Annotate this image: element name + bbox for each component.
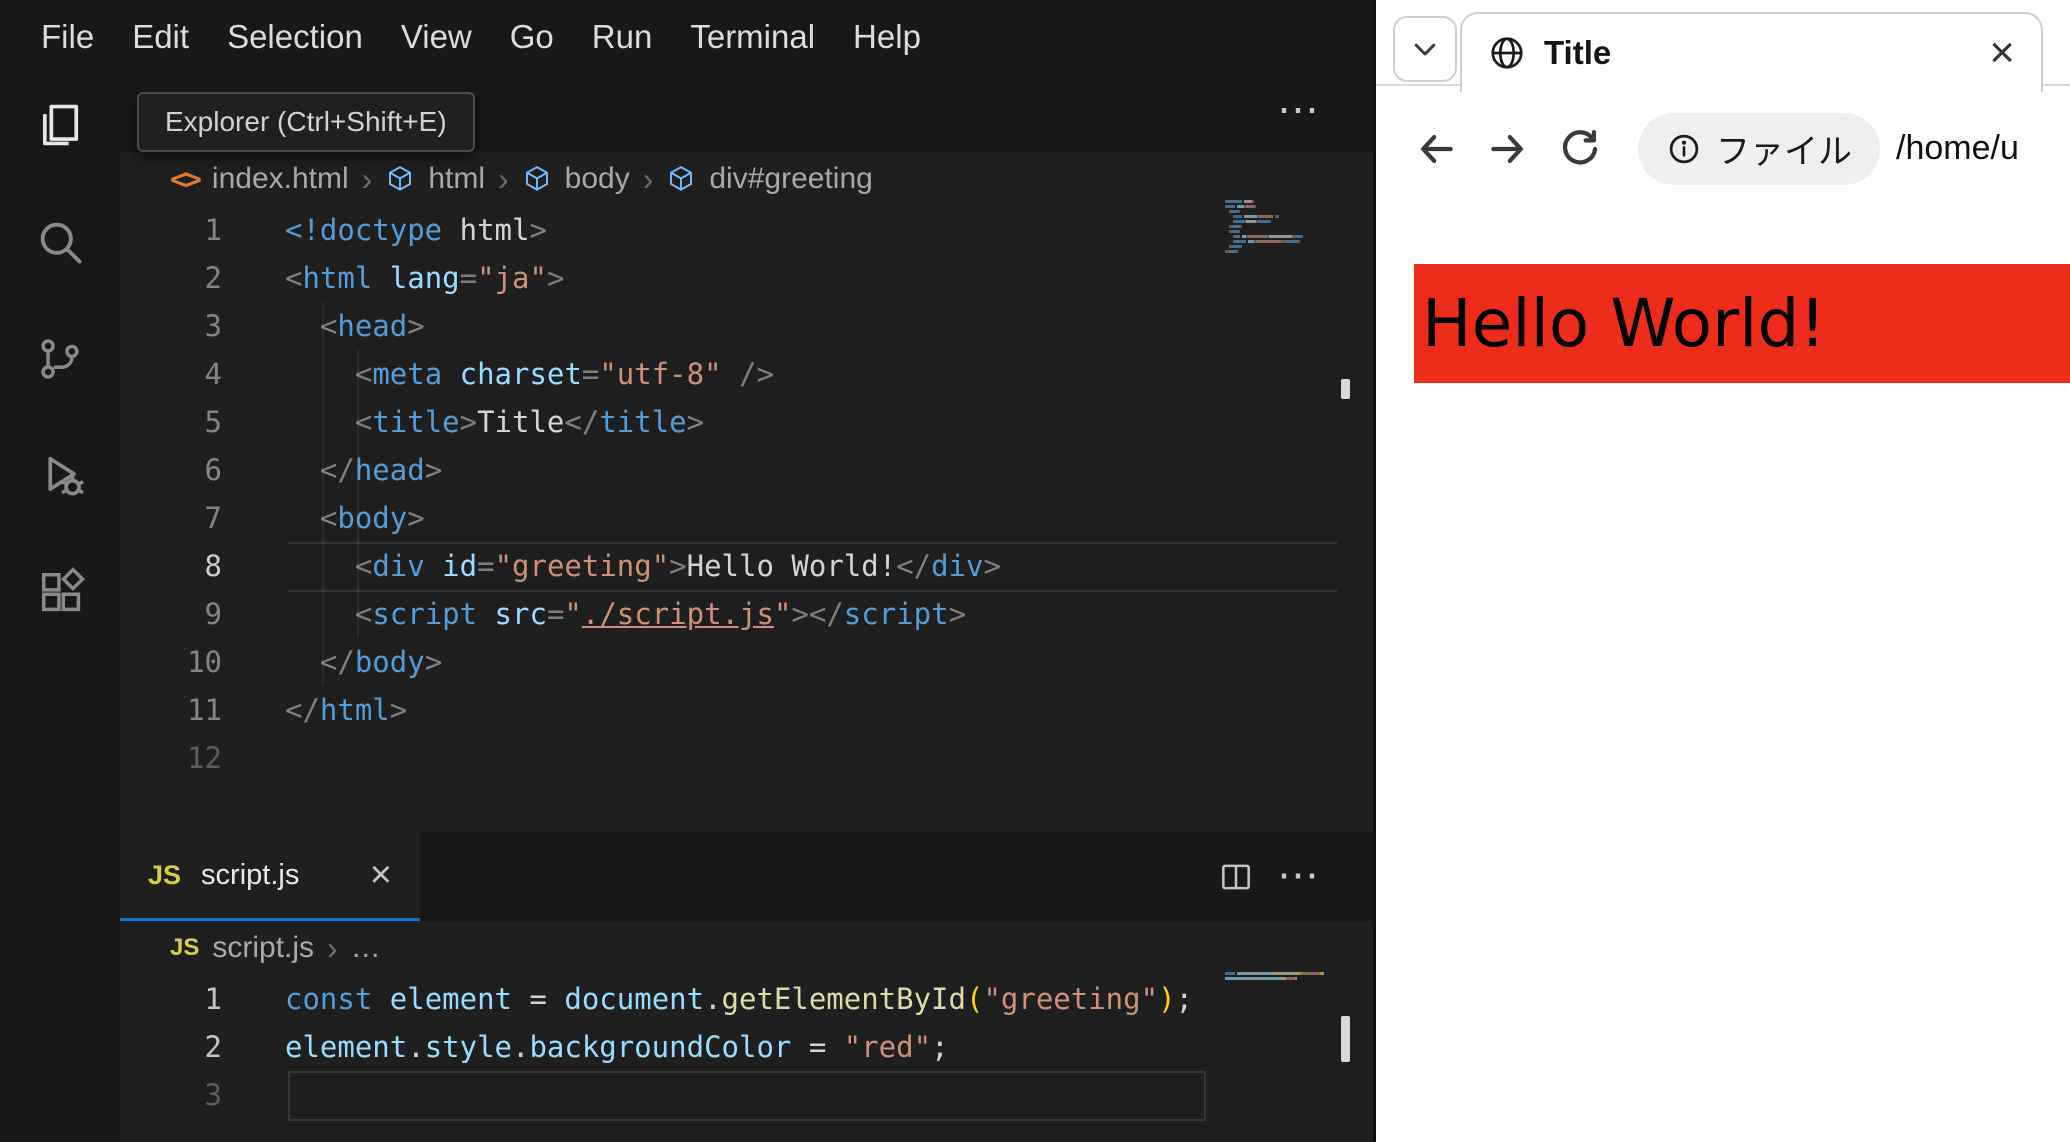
line-number: 12 [187, 741, 222, 775]
browser-window: Title × ファイル /home/u Hello World! [1373, 0, 2070, 1142]
browser-tab-title: Title [1544, 34, 1612, 71]
editor-html[interactable]: 1 <!doctype html> 2 <html lang="ja"> 3 <head… [120, 206, 1373, 782]
tab-script-js[interactable]: JS script.js × [120, 832, 420, 921]
code-line-5[interactable]: 5 <title>Title</title> [120, 398, 1373, 446]
browser-tab[interactable]: Title × [1460, 12, 2043, 92]
menu-run[interactable]: Run [573, 18, 672, 56]
menu-view[interactable]: View [382, 18, 491, 56]
js-file-icon: JS [148, 859, 182, 890]
tab-close-icon[interactable]: × [370, 856, 392, 894]
breadcrumb: JS script.js › … [120, 921, 1373, 975]
address-bar-url[interactable]: /home/u [1896, 129, 2019, 168]
line-number: 2 [204, 1030, 222, 1064]
browser-header: Title × [1376, 0, 2070, 92]
page-heading-bar: Hello World! [1414, 264, 2070, 383]
code-line-11[interactable]: 11 </html> [120, 686, 1373, 734]
code-line-10[interactable]: 10 </body> [120, 638, 1373, 686]
chip-label: ファイル [1716, 133, 1852, 171]
code-line-8[interactable]: 8 <div id="greeting">Hello World!</div> [120, 542, 1373, 590]
code-line-3[interactable]: 3 <head> [120, 302, 1373, 350]
menu-file[interactable]: File [22, 18, 113, 56]
code-line-1[interactable]: 1 const element = document.getElementById… [120, 975, 1373, 1023]
menu-bar: File Edit Selection View Go Run Terminal Help [0, 0, 1373, 73]
menu-help[interactable]: Help [834, 18, 940, 56]
split-editor-icon[interactable] [1217, 858, 1255, 896]
code-line-2[interactable]: 2 <html lang="ja"> [120, 254, 1373, 302]
chevron-down-icon [1414, 43, 1436, 56]
editor-more-actions-icon[interactable]: ⋯ [1277, 84, 1321, 133]
line-number: 3 [204, 309, 222, 343]
panel-more-actions-icon[interactable]: ⋯ [1277, 850, 1321, 899]
info-icon [1669, 134, 1699, 163]
line-number: 7 [204, 501, 222, 535]
breadcrumb-file[interactable]: index.html [212, 162, 349, 196]
globe-favicon-icon [1491, 37, 1523, 69]
tab-overview-button[interactable] [1393, 16, 1457, 82]
indent-guide [357, 350, 359, 638]
line-number: 3 [204, 1078, 222, 1112]
code-line-9[interactable]: 9 <script src="./script.js"></script> [120, 590, 1373, 638]
line-number: 1 [204, 982, 222, 1016]
run-and-debug-icon[interactable] [0, 425, 120, 525]
search-icon[interactable] [0, 192, 120, 292]
line-number: 11 [187, 693, 222, 727]
breadcrumb-symbol[interactable]: body [565, 162, 630, 196]
tab-label: script.js [201, 858, 300, 891]
line-number: 6 [204, 453, 222, 487]
breadcrumb-more[interactable]: … [351, 931, 381, 965]
symbol-cube-icon [385, 164, 415, 194]
browser-tab-close-icon[interactable]: × [1989, 31, 2015, 75]
minimap[interactable] [1225, 200, 1343, 260]
panel-tab-bar: JS script.js × ⋯ [120, 832, 1373, 921]
explorer-icon[interactable] [0, 75, 120, 175]
minimap[interactable] [1225, 972, 1343, 987]
menu-selection[interactable]: Selection [208, 18, 382, 56]
breadcrumb-separator: › [361, 160, 373, 197]
breadcrumb-separator: › [642, 160, 654, 197]
code-line-4[interactable]: 4 <meta charset="utf-8" /> [120, 350, 1373, 398]
explorer-tooltip: Explorer (Ctrl+Shift+E) [137, 92, 475, 152]
back-icon[interactable] [1400, 113, 1472, 185]
overview-ruler-mark [1341, 379, 1350, 399]
breadcrumb-separator: › [327, 929, 338, 966]
browser-toolbar: ファイル /home/u [1376, 88, 2070, 209]
forward-icon[interactable] [1472, 113, 1544, 185]
breadcrumb-separator: › [498, 160, 509, 197]
js-file-icon: JS [170, 934, 200, 961]
code-line-6[interactable]: 6 </head> [120, 446, 1373, 494]
breadcrumb-symbol[interactable]: html [428, 162, 485, 196]
overview-ruler-mark [1341, 1016, 1350, 1062]
line-number: 8 [204, 549, 222, 583]
symbol-cube-icon [666, 164, 696, 194]
line-number: 9 [204, 597, 222, 631]
line-number: 1 [204, 213, 222, 247]
breadcrumb: <> index.html › html › body › div#greeting [120, 152, 1373, 206]
menu-edit[interactable]: Edit [113, 18, 208, 56]
line-number: 5 [204, 405, 222, 439]
code-line-2[interactable]: 2 element.style.backgroundColor = "red"; [120, 1023, 1373, 1071]
line-number: 2 [204, 261, 222, 295]
menu-go[interactable]: Go [491, 18, 573, 56]
code-line-12[interactable]: 12 [120, 734, 1373, 782]
browser-page: Hello World! [1376, 209, 2070, 1142]
url-security-chip[interactable]: ファイル [1638, 112, 1880, 185]
code-line-3[interactable]: 3 [120, 1071, 1373, 1119]
menu-terminal[interactable]: Terminal [671, 18, 834, 56]
source-control-icon[interactable] [0, 309, 120, 409]
page-heading-text: Hello World! [1422, 285, 1826, 362]
code-line-7[interactable]: 7 <body> [120, 494, 1373, 542]
indent-guide [322, 302, 324, 686]
activity-bar [0, 73, 120, 1142]
code-line-1[interactable]: 1 <!doctype html> [120, 206, 1373, 254]
reload-icon[interactable] [1544, 113, 1616, 185]
extensions-icon[interactable] [0, 541, 120, 641]
symbol-cube-icon [522, 164, 552, 194]
editor-script-js[interactable]: 1 const element = document.getElementById… [120, 975, 1373, 1119]
breadcrumb-file[interactable]: script.js [212, 931, 314, 965]
vscode-window: File Edit Selection View Go Run Terminal Help ⋯… [0, 0, 1373, 1142]
line-number: 4 [204, 357, 222, 391]
html-file-icon: <> [170, 162, 202, 196]
breadcrumb-symbol[interactable]: div#greeting [709, 162, 872, 196]
line-number: 10 [187, 645, 222, 679]
